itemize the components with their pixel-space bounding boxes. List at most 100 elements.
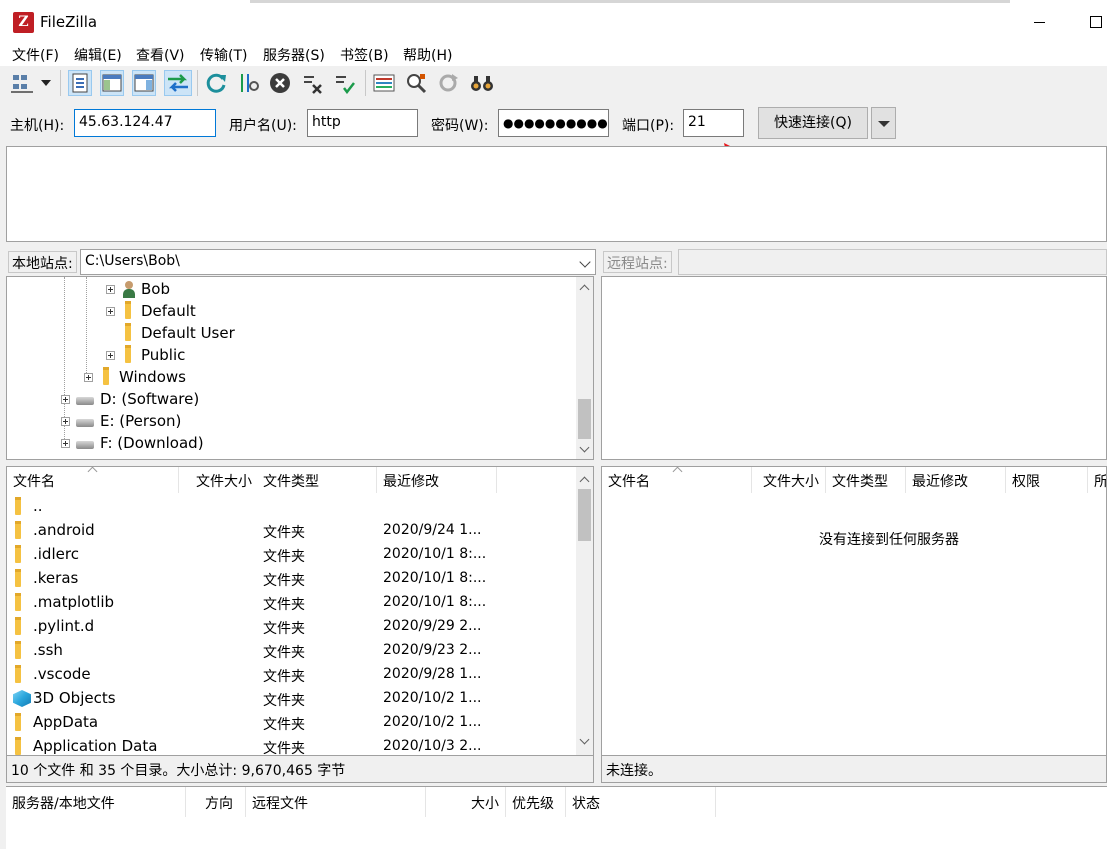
column-header-modified[interactable]: 最近修改 — [906, 467, 1006, 493]
scroll-down-icon[interactable] — [576, 733, 593, 750]
queue-column-priority[interactable]: 优先级 — [506, 787, 566, 817]
local-tree-scrollbar[interactable] — [576, 277, 593, 459]
column-header-filesize[interactable]: 文件大小 — [185, 467, 259, 493]
menu-transfer[interactable]: 传输(T) — [200, 45, 247, 65]
tree-item-default[interactable]: Default — [106, 300, 196, 322]
file-row[interactable]: AppData 文件夹 2020/10/2 1... — [7, 711, 575, 735]
process-queue-icon[interactable] — [236, 70, 260, 96]
sort-ascending-icon — [87, 467, 98, 477]
toggle-transfer-queue-icon[interactable] — [164, 70, 192, 96]
tree-item-windows[interactable]: Windows — [84, 366, 186, 388]
scroll-up-icon[interactable] — [576, 279, 593, 296]
disconnect-icon[interactable] — [300, 70, 324, 96]
host-input[interactable]: 45.63.124.47 — [74, 109, 216, 137]
tree-item-drive-e[interactable]: E: (Person) — [61, 410, 181, 432]
toggle-message-log-icon[interactable] — [68, 70, 92, 96]
tree-item-public[interactable]: Public — [106, 344, 185, 366]
menu-server[interactable]: 服务器(S) — [263, 45, 325, 65]
port-input[interactable]: 21 — [683, 109, 744, 137]
remote-file-list[interactable]: 文件名 文件大小 文件类型 最近修改 权限 所 没有连接到任何服务器 — [601, 466, 1107, 756]
file-row[interactable]: .ssh 文件夹 2020/9/23 2... — [7, 639, 575, 663]
column-header-filetype[interactable]: 文件类型 — [826, 467, 906, 493]
tree-item-drive-d[interactable]: D: (Software) — [61, 388, 199, 410]
menu-view[interactable]: 查看(V) — [136, 45, 185, 65]
local-filelist-scrollbar[interactable] — [576, 467, 593, 755]
queue-column-server-local-file[interactable]: 服务器/本地文件 — [6, 787, 186, 817]
column-label: 文件名 — [13, 474, 55, 490]
quickconnect-bar: 主机(H): 45.63.124.47 用户名(U): http 密码(W): … — [0, 100, 1107, 146]
queue-column-size[interactable]: 大小 — [426, 787, 506, 817]
tree-item-drive-f[interactable]: F: (Download) — [61, 432, 204, 454]
scroll-up-icon[interactable] — [576, 471, 593, 488]
directory-comparison-icon[interactable] — [372, 70, 396, 96]
password-input[interactable]: ●●●●●●●●●● — [498, 109, 609, 137]
search-icon[interactable] — [468, 70, 496, 96]
local-path-combo[interactable]: C:\Users\Bob\ — [80, 249, 596, 275]
expand-icon[interactable] — [61, 416, 70, 426]
toggle-local-tree-icon[interactable] — [100, 70, 124, 96]
file-row[interactable]: .idlerc 文件夹 2020/10/1 8:... — [7, 543, 575, 567]
column-header-filename[interactable]: 文件名 — [7, 467, 179, 493]
expand-icon[interactable] — [61, 438, 70, 448]
file-row[interactable]: .matplotlib 文件夹 2020/10/1 8:... — [7, 591, 575, 615]
refresh-icon[interactable] — [204, 70, 228, 96]
expand-icon[interactable] — [106, 350, 115, 360]
queue-column-direction[interactable]: 方向 — [186, 787, 246, 817]
local-directory-tree[interactable]: Bob Default Default User Public Windows … — [6, 276, 594, 460]
transfer-queue[interactable]: 服务器/本地文件 方向 远程文件 大小 优先级 状态 — [6, 786, 1107, 849]
minimize-button[interactable] — [1024, 8, 1054, 34]
site-manager-icon[interactable] — [10, 70, 36, 96]
quickconnect-dropdown-button[interactable] — [871, 107, 896, 139]
menu-bookmarks[interactable]: 书签(B) — [340, 45, 389, 65]
filter-icon[interactable] — [404, 70, 428, 96]
expand-icon[interactable] — [61, 394, 70, 404]
menu-edit[interactable]: 编辑(E) — [74, 45, 122, 65]
column-header-filesize[interactable]: 文件大小 — [752, 467, 826, 493]
file-row[interactable]: 3D Objects 文件夹 2020/10/2 1... — [7, 687, 575, 711]
expand-icon[interactable] — [84, 372, 93, 382]
queue-column-remote-file[interactable]: 远程文件 — [246, 787, 426, 817]
tree-item-bob[interactable]: Bob — [106, 278, 170, 300]
remote-directory-tree[interactable] — [601, 276, 1107, 460]
column-header-owner[interactable]: 所 — [1088, 467, 1106, 493]
file-name: 3D Objects — [33, 689, 116, 707]
menu-help[interactable]: 帮助(H) — [403, 45, 452, 65]
file-name: AppData — [33, 713, 99, 731]
file-row[interactable]: Application Data 文件夹 2020/10/3 2... — [7, 735, 575, 755]
quickconnect-button[interactable]: 快速连接(Q) — [758, 107, 868, 139]
dropdown-arrow-icon[interactable] — [38, 70, 54, 96]
file-row[interactable]: .vscode 文件夹 2020/9/28 1... — [7, 663, 575, 687]
file-name: .ssh — [33, 641, 63, 659]
reconnect-icon[interactable] — [332, 70, 356, 96]
chevron-down-icon[interactable] — [579, 256, 591, 268]
expand-icon[interactable] — [106, 306, 115, 316]
message-log[interactable] — [6, 146, 1107, 242]
file-row[interactable]: .pylint.d 文件夹 2020/9/29 2... — [7, 615, 575, 639]
cancel-operation-icon[interactable] — [268, 70, 292, 96]
scroll-down-icon[interactable] — [576, 441, 593, 458]
menu-file[interactable]: 文件(F) — [12, 45, 59, 65]
tree-item-default-user[interactable]: Default User — [121, 322, 235, 344]
local-file-list[interactable]: 文件名 文件大小 文件类型 最近修改 .. .android 文件夹 2020/… — [6, 466, 594, 756]
toggle-remote-tree-icon[interactable] — [132, 70, 156, 96]
file-row[interactable]: .keras 文件夹 2020/10/1 8:... — [7, 567, 575, 591]
column-header-modified[interactable]: 最近修改 — [377, 467, 497, 493]
local-status-bar: 10 个文件 和 35 个目录。大小总计: 9,670,465 字节 — [6, 756, 594, 783]
queue-column-status[interactable]: 状态 — [566, 787, 716, 817]
sync-browse-icon[interactable] — [436, 70, 460, 96]
scrollbar-thumb[interactable] — [578, 399, 591, 439]
maximize-button[interactable] — [1080, 8, 1107, 34]
folder-icon — [15, 617, 21, 635]
file-row[interactable]: .android 文件夹 2020/9/24 1... — [7, 519, 575, 543]
username-input[interactable]: http — [307, 109, 418, 137]
column-header-permissions[interactable]: 权限 — [1006, 467, 1088, 493]
filezilla-logo-icon: Z — [13, 12, 34, 33]
file-row[interactable]: .. — [7, 495, 575, 519]
scrollbar-thumb[interactable] — [578, 489, 591, 541]
file-type: 文件夹 — [263, 717, 305, 733]
splitter-grip[interactable] — [0, 310, 4, 340]
column-header-filetype[interactable]: 文件类型 — [257, 467, 377, 493]
file-name: .vscode — [33, 665, 91, 683]
expand-icon[interactable] — [106, 284, 115, 294]
column-header-filename[interactable]: 文件名 — [602, 467, 752, 493]
